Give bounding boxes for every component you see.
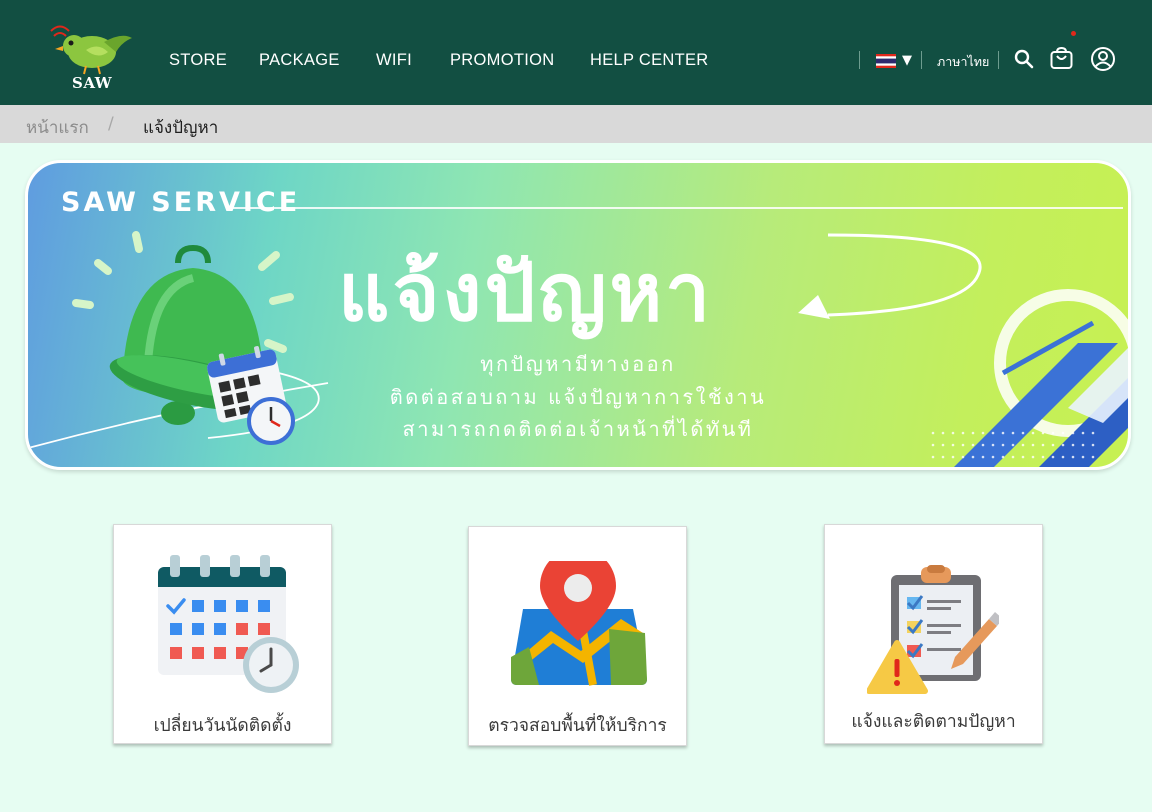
cart-icon[interactable] <box>1049 46 1074 71</box>
calendar-clock-icon <box>158 555 299 693</box>
nav-package[interactable]: PACKAGE <box>259 51 340 70</box>
card-label: แจ้งและติดตามปัญหา <box>851 712 1016 732</box>
report-track-issue-card[interactable]: แจ้งและติดตามปัญหา <box>824 524 1043 744</box>
card-label: เปลี่ยนวันนัดติดตั้ง <box>153 716 292 736</box>
hero-banner: SAW SERVICE แจ้งปัญหา ทุกปัญหามีทางออก ต… <box>25 160 1131 470</box>
banner-line-1: ทุกปัญหามีทางออก <box>480 352 676 376</box>
reschedule-installation-card[interactable]: เปลี่ยนวันนัดติดตั้ง <box>113 524 332 744</box>
breadcrumb-separator: / <box>108 114 114 134</box>
user-icon[interactable] <box>1090 46 1116 72</box>
clipboard-warning-icon <box>867 565 999 694</box>
breadcrumb-current: แจ้งปัญหา <box>143 118 219 138</box>
search-icon[interactable] <box>1014 49 1034 69</box>
map-pin-icon <box>511 561 647 686</box>
nav-store[interactable]: STORE <box>169 51 227 70</box>
card-label: ตรวจสอบพื้นที่ให้บริการ <box>488 716 667 736</box>
check-service-area-card[interactable]: ตรวจสอบพื้นที่ให้บริการ <box>468 526 687 746</box>
divider <box>921 51 922 69</box>
divider <box>859 51 860 69</box>
top-navbar: SAW STORE PACKAGE WIFI PROMOTION HELP CE… <box>0 0 1152 105</box>
banner-service-label: SAW SERVICE <box>61 187 301 218</box>
language-selector[interactable]: ภาษาไทย <box>937 52 989 72</box>
banner-line-3: สามารถกดติดต่อเจ้าหน้าที่ได้ทันที <box>402 417 754 441</box>
thai-flag-icon[interactable] <box>876 54 896 68</box>
banner-line-2: ติดต่อสอบถาม แจ้งปัญหาการใช้งาน <box>389 385 767 409</box>
logo-text: SAW <box>72 74 113 92</box>
chevron-down-icon[interactable]: ▼ <box>902 53 912 68</box>
divider <box>998 51 999 69</box>
banner-title: แจ้งปัญหา <box>338 245 714 339</box>
nav-promotion[interactable]: PROMOTION <box>450 51 554 70</box>
nav-wifi[interactable]: WIFI <box>376 51 412 70</box>
divider <box>228 207 1123 209</box>
nav-help-center[interactable]: HELP CENTER <box>590 51 709 70</box>
notification-dot <box>1071 31 1076 36</box>
breadcrumb-home-link[interactable]: หน้าแรก <box>26 114 89 141</box>
